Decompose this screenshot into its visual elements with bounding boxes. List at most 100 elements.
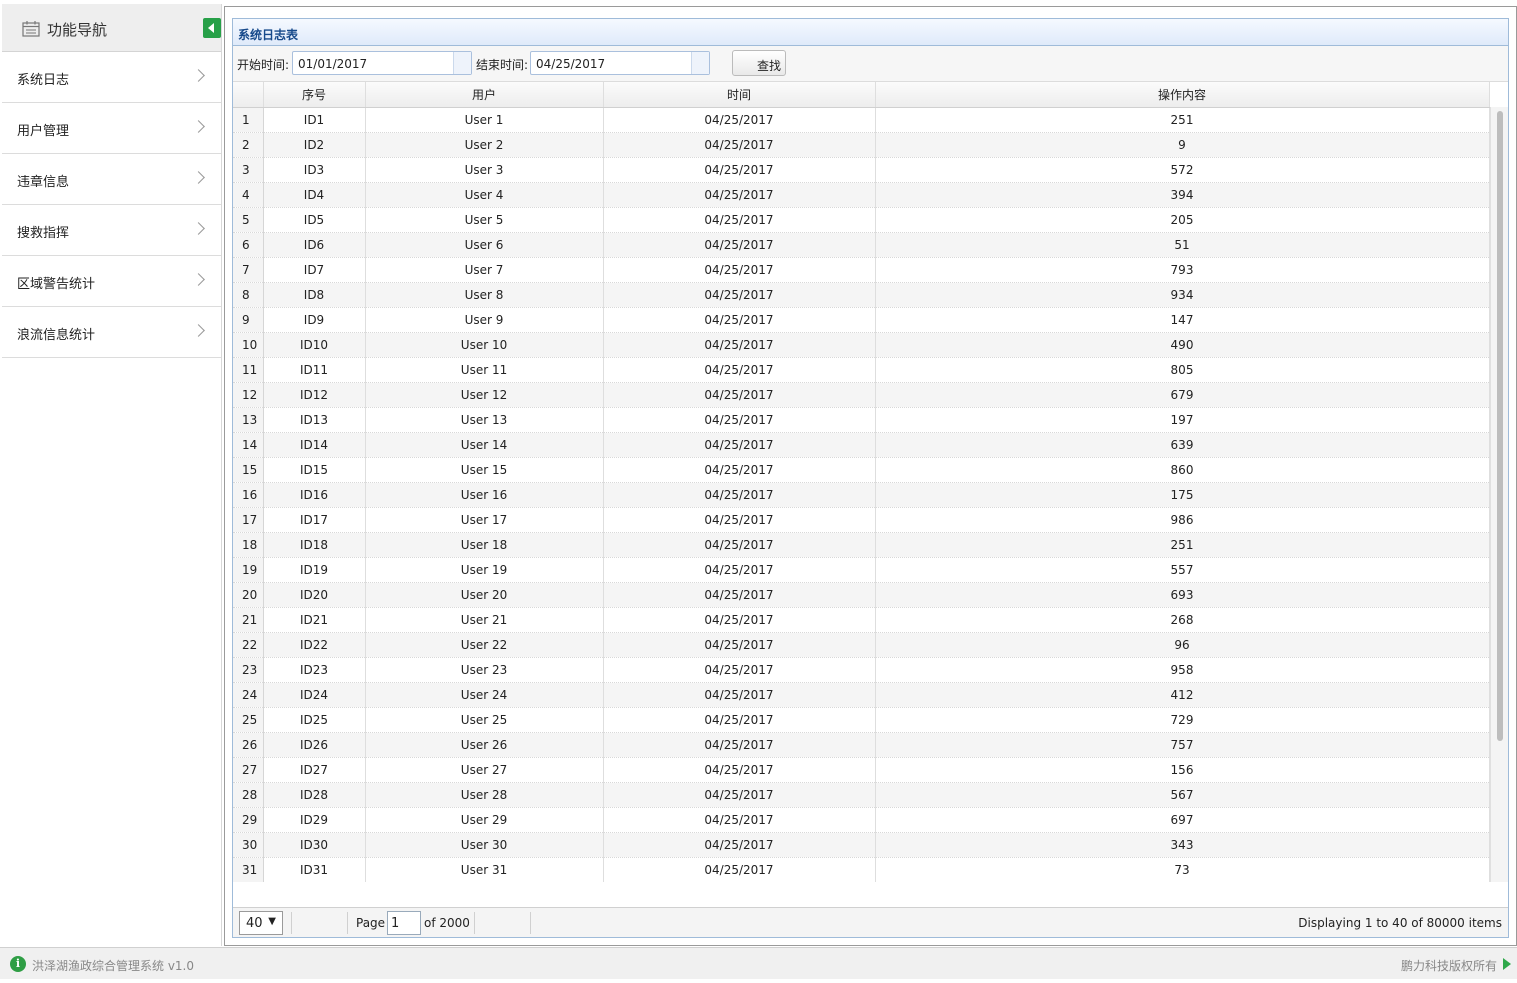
row-number: 10 (233, 332, 264, 358)
table-cell: 04/25/2017 (603, 757, 876, 783)
table-cell: User 23 (365, 657, 604, 683)
table-cell: ID31 (263, 857, 366, 882)
chevron-right-icon (192, 171, 205, 184)
row-number: 17 (233, 507, 264, 533)
display-summary: Displaying 1 to 40 of 80000 items (1298, 916, 1502, 930)
table-row[interactable]: 26 ID26 User 26 04/25/2017 757 (233, 732, 1490, 758)
table-row[interactable]: 5 ID5 User 5 04/25/2017 205 (233, 207, 1490, 233)
sidebar-item[interactable]: 搜救指挥 (2, 205, 221, 256)
table-row[interactable]: 21 ID21 User 21 04/25/2017 268 (233, 607, 1490, 633)
column-header[interactable]: 时间 (603, 82, 876, 108)
table-row[interactable]: 3 ID3 User 3 04/25/2017 572 (233, 157, 1490, 183)
table-cell: 639 (875, 432, 1490, 458)
sidebar-item[interactable]: 浪流信息统计 (2, 307, 221, 358)
table-cell: 04/25/2017 (603, 332, 876, 358)
pagination-bar: 40 ▼ Page 1 of 2000 Displaying 1 to 40 o… (233, 907, 1508, 937)
nav-list: 系统日志 用户管理违章信息搜救指挥区域警告统计浪流信息统计 (2, 52, 221, 358)
sidebar-item[interactable]: 违章信息 (2, 154, 221, 205)
table-row[interactable]: 20 ID20 User 20 04/25/2017 693 (233, 582, 1490, 608)
table-cell: ID25 (263, 707, 366, 733)
sidebar-item[interactable]: 区域警告统计 (2, 256, 221, 307)
table-row[interactable]: 30 ID30 User 30 04/25/2017 343 (233, 832, 1490, 858)
table-row[interactable]: 27 ID27 User 27 04/25/2017 156 (233, 757, 1490, 783)
table-row[interactable]: 28 ID28 User 28 04/25/2017 567 (233, 782, 1490, 808)
table-row[interactable]: 12 ID12 User 12 04/25/2017 679 (233, 382, 1490, 408)
table-row[interactable]: 15 ID15 User 15 04/25/2017 860 (233, 457, 1490, 483)
table-row[interactable]: 8 ID8 User 8 04/25/2017 934 (233, 282, 1490, 308)
table-cell: 394 (875, 182, 1490, 208)
column-header[interactable]: 用户 (365, 82, 604, 108)
table-cell: ID2 (263, 132, 366, 158)
table-cell: 793 (875, 257, 1490, 283)
table-row[interactable]: 25 ID25 User 25 04/25/2017 729 (233, 707, 1490, 733)
row-number: 8 (233, 282, 264, 308)
table-cell: 268 (875, 607, 1490, 633)
table-row[interactable]: 4 ID4 User 4 04/25/2017 394 (233, 182, 1490, 208)
table-cell: ID30 (263, 832, 366, 858)
table-row[interactable]: 1 ID1 User 1 04/25/2017 251 (233, 107, 1490, 133)
table-cell: ID1 (263, 107, 366, 133)
column-header[interactable]: 序号 (263, 82, 366, 108)
vertical-scrollbar[interactable] (1490, 107, 1508, 882)
sidebar-item-label: 浪流信息统计 (17, 328, 96, 343)
end-date-field[interactable]: 04/25/2017 (530, 51, 710, 75)
table-cell: ID13 (263, 407, 366, 433)
table-cell: 04/25/2017 (603, 432, 876, 458)
table-cell: 04/25/2017 (603, 582, 876, 608)
table-cell: User 1 (365, 107, 604, 133)
table-cell: 04/25/2017 (603, 207, 876, 233)
play-icon[interactable] (1503, 958, 1511, 970)
table-row[interactable]: 14 ID14 User 14 04/25/2017 639 (233, 432, 1490, 458)
row-number: 28 (233, 782, 264, 808)
collapse-left-icon[interactable] (203, 18, 221, 38)
table-row[interactable]: 23 ID23 User 23 04/25/2017 958 (233, 657, 1490, 683)
table-cell: 04/25/2017 (603, 232, 876, 258)
sidebar-item-label: 违章信息 (17, 175, 70, 190)
row-number: 5 (233, 207, 264, 233)
table-row[interactable]: 22 ID22 User 22 04/25/2017 96 (233, 632, 1490, 658)
table-row[interactable]: 6 ID6 User 6 04/25/2017 51 (233, 232, 1490, 258)
table-row[interactable]: 16 ID16 User 16 04/25/2017 175 (233, 482, 1490, 508)
table-row[interactable]: 24 ID24 User 24 04/25/2017 412 (233, 682, 1490, 708)
table-row[interactable]: 17 ID17 User 17 04/25/2017 986 (233, 507, 1490, 533)
table-cell: 697 (875, 807, 1490, 833)
table-row[interactable]: 13 ID13 User 13 04/25/2017 197 (233, 407, 1490, 433)
info-icon: i (10, 956, 26, 972)
table-row[interactable]: 7 ID7 User 7 04/25/2017 793 (233, 257, 1490, 283)
date-picker-icon[interactable] (453, 52, 471, 74)
table-cell: 805 (875, 357, 1490, 383)
start-date-field[interactable]: 01/01/2017 (292, 51, 472, 75)
table-cell: 04/25/2017 (603, 457, 876, 483)
date-picker-icon[interactable] (691, 52, 709, 74)
search-button[interactable]: 查找 (732, 50, 786, 76)
table-cell: User 20 (365, 582, 604, 608)
chevron-right-icon (192, 120, 205, 133)
table-row[interactable]: 18 ID18 User 18 04/25/2017 251 (233, 532, 1490, 558)
table-row[interactable]: 19 ID19 User 19 04/25/2017 557 (233, 557, 1490, 583)
page-size-select[interactable]: 40 ▼ (239, 911, 283, 935)
page-number-input[interactable]: 1 (387, 911, 421, 935)
table-cell: User 19 (365, 557, 604, 583)
start-time-label: 开始时间: (237, 58, 290, 72)
table-cell: ID28 (263, 782, 366, 808)
table-cell: User 9 (365, 307, 604, 333)
table-row[interactable]: 2 ID2 User 2 04/25/2017 9 (233, 132, 1490, 158)
sidebar-item[interactable]: 系统日志 (2, 52, 221, 103)
table-cell: 04/25/2017 (603, 732, 876, 758)
table-row[interactable]: 10 ID10 User 10 04/25/2017 490 (233, 332, 1490, 358)
table-row[interactable]: 29 ID29 User 29 04/25/2017 697 (233, 807, 1490, 833)
sidebar-item-label: 搜救指挥 (17, 226, 70, 241)
table-cell: 04/25/2017 (603, 532, 876, 558)
table-row[interactable]: 11 ID11 User 11 04/25/2017 805 (233, 357, 1490, 383)
status-bar: i 洪泽湖渔政综合管理系统 v1.0 鹏力科技版权所有 (0, 947, 1517, 979)
row-number: 19 (233, 557, 264, 583)
table-cell: 04/25/2017 (603, 307, 876, 333)
table-row[interactable]: 9 ID9 User 9 04/25/2017 147 (233, 307, 1490, 333)
column-header[interactable]: 操作内容 (875, 82, 1490, 108)
row-number: 22 (233, 632, 264, 658)
scrollbar-thumb[interactable] (1497, 111, 1503, 741)
row-number: 29 (233, 807, 264, 833)
table-row[interactable]: 31 ID31 User 31 04/25/2017 73 (233, 857, 1490, 882)
table-cell: User 29 (365, 807, 604, 833)
sidebar-item[interactable]: 用户管理 (2, 103, 221, 154)
